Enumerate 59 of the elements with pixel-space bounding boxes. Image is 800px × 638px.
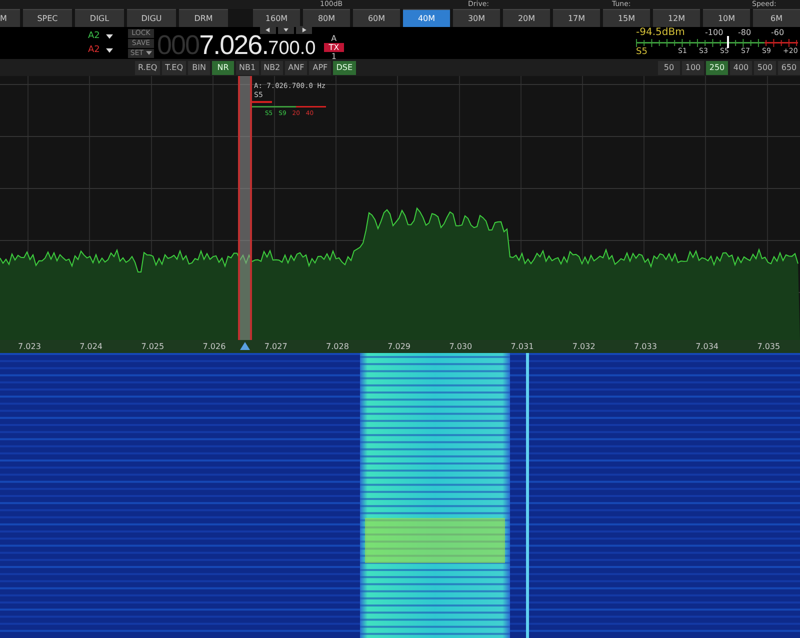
filter-button[interactable]: 250 (706, 60, 728, 74)
band-button[interactable]: 20M (503, 9, 550, 27)
scale-label: -60 (771, 28, 784, 37)
band-button[interactable]: 160M (253, 9, 300, 27)
scale-label: -80 (738, 28, 752, 37)
frequency-label: 7.027 (264, 342, 288, 352)
filter-button[interactable]: 100 (682, 60, 704, 74)
filter-button[interactable]: 50 (658, 60, 680, 74)
frequency-label: 7.035 (757, 342, 780, 352)
frequency-label: 7.031 (510, 342, 534, 352)
dsp-toggle[interactable]: ANF (285, 60, 308, 74)
frequency-label: 7.033 (634, 342, 657, 352)
band-button[interactable]: 10M (703, 9, 750, 27)
tx-badge[interactable]: TX (324, 42, 344, 52)
frequency-label: 7.024 (80, 342, 102, 352)
filter-button[interactable]: 650 (778, 60, 800, 74)
vfo-number: 1 (331, 52, 336, 60)
s-unit-reading: S5 (636, 47, 648, 57)
scale-label: -100 (705, 28, 724, 37)
rx-antenna-label: A2 (88, 31, 100, 41)
dsp-toggle[interactable]: DSE (333, 60, 356, 74)
band-button[interactable]: 60M (353, 9, 400, 27)
dsp-toggle[interactable]: NB1 (236, 60, 259, 74)
mode-button[interactable]: SPEC (23, 9, 72, 27)
frequency-label: 7.023 (18, 342, 41, 352)
frequency-label: 7.034 (696, 342, 718, 352)
filter-button[interactable]: 400 (730, 60, 752, 74)
triangle-pointer-icon (240, 342, 250, 350)
frequency-label: 7.029 (388, 342, 410, 352)
vfo-marker[interactable] (238, 76, 252, 340)
dsp-toggle[interactable]: BIN (188, 60, 210, 74)
mode-button[interactable]: DIGU (127, 9, 176, 27)
frequency-label: 7.028 (326, 342, 349, 352)
band-button[interactable]: 80M (303, 9, 350, 27)
caret-icon[interactable] (278, 26, 294, 34)
frequency-label: 7.032 (572, 342, 596, 352)
band-button[interactable]: 12M (653, 9, 700, 27)
frequency-label: 7.030 (449, 342, 472, 352)
mode-button[interactable]: M (0, 9, 20, 27)
band-button[interactable]: 15M (603, 9, 650, 27)
tx-antenna-label: A2 (88, 45, 100, 55)
caret-icon[interactable] (106, 48, 113, 52)
band-button[interactable]: 40M (403, 9, 450, 27)
band-button[interactable]: 17M (553, 9, 600, 27)
dsp-toggle[interactable]: NB2 (260, 60, 284, 74)
band-button[interactable]: 6M (753, 9, 800, 27)
dsp-toggle[interactable]: T.EQ (162, 60, 186, 74)
dsp-toggle[interactable]: APF (309, 60, 332, 74)
frequency-label: 7.026 (202, 342, 226, 352)
filter-button[interactable]: 500 (754, 60, 776, 74)
dsp-toggle[interactable]: NR (212, 60, 234, 74)
vfo-label: A (331, 34, 337, 42)
signal-reading: -94.5dBm (636, 27, 685, 38)
caret-icon[interactable] (106, 34, 113, 38)
dsp-toggle[interactable]: R.EQ (135, 60, 160, 74)
mode-button[interactable]: DIGL (75, 9, 124, 27)
frequency-label: 7.025 (141, 342, 164, 352)
band-button[interactable]: 30M (453, 9, 500, 27)
mode-button[interactable]: DRM (179, 9, 228, 27)
